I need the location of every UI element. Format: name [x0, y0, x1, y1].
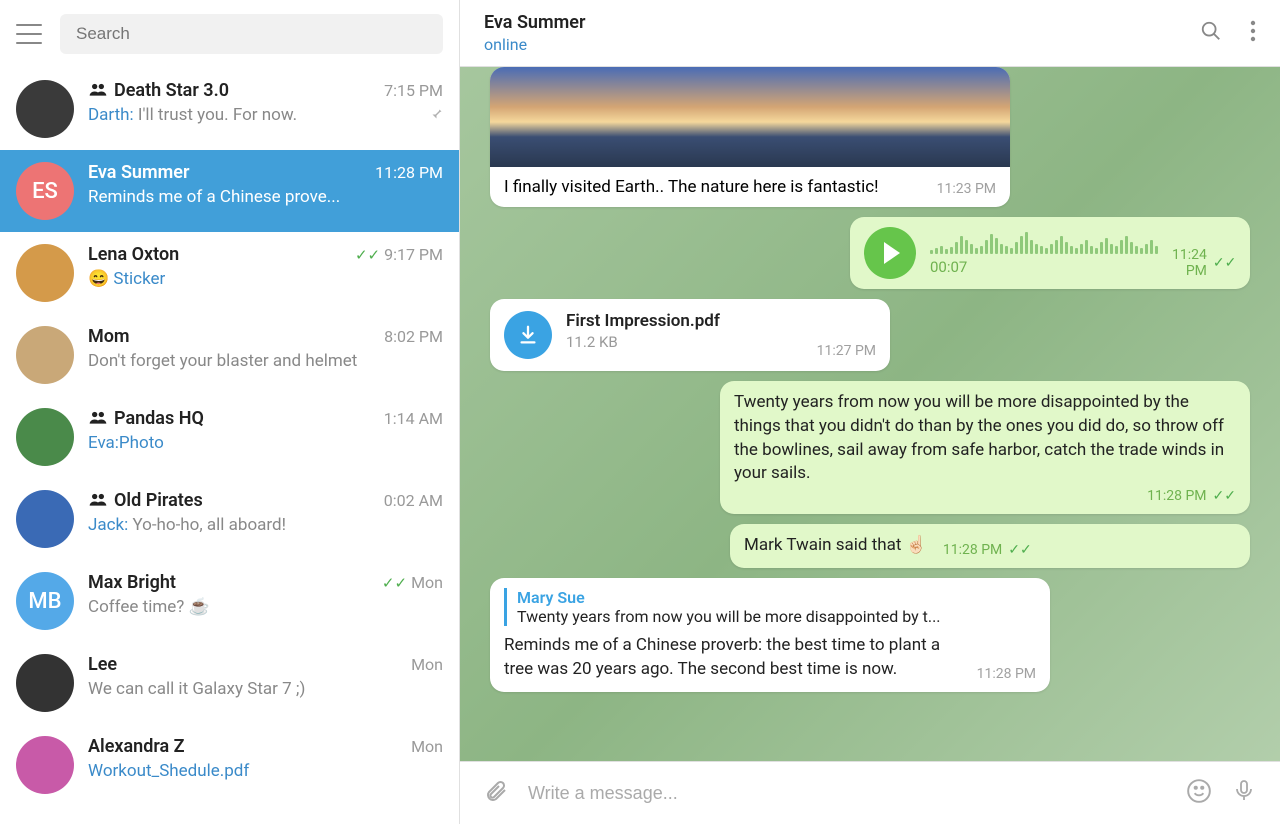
reply-preview[interactable]: Mary Sue Twenty years from now you will … — [504, 588, 1036, 626]
read-checks-icon: ✓✓ — [355, 246, 380, 264]
sidebar: Death Star 3.0 7:15 PM Darth: I'll trust y… — [0, 0, 460, 824]
search-icon[interactable] — [1200, 20, 1222, 46]
read-checks-icon: ✓✓ — [382, 574, 407, 592]
message-body: Mark Twain said that ☝🏻 — [744, 534, 927, 558]
chat-preview: Workout_Shedule.pdf — [88, 761, 443, 781]
chat-header-status: online — [484, 35, 585, 54]
chat-header-name: Eva Summer — [484, 12, 585, 33]
message-time: 11:28 PM — [1147, 488, 1206, 504]
chat-item[interactable]: Death Star 3.0 7:15 PM Darth: I'll trust y… — [0, 68, 459, 150]
group-icon — [88, 80, 108, 101]
sidebar-header — [0, 0, 459, 68]
read-checks-icon: ✓✓ — [1213, 488, 1236, 504]
message-time: 11:28 PM — [977, 666, 1036, 682]
chat-item[interactable]: Old Pirates 0:02 AM Jack: Yo-ho-ho, all ab… — [0, 478, 459, 560]
chat-preview: Darth: I'll trust you. For now. — [88, 105, 443, 126]
message-body: Reminds me of a Chinese proverb: the bes… — [504, 634, 965, 682]
emoji-icon[interactable] — [1186, 778, 1212, 808]
chat-name: Alexandra Z — [88, 736, 185, 757]
avatar — [16, 326, 74, 384]
chat-time: Mon — [411, 655, 443, 674]
chat-name: Old Pirates — [88, 490, 203, 511]
chat-item[interactable]: Mom 8:02 PM Don't forget your blaster and … — [0, 314, 459, 396]
file-name: First Impression.pdf — [566, 311, 803, 331]
chat-item[interactable]: Lena Oxton ✓✓9:17 PM 😄 Sticker — [0, 232, 459, 314]
message-time: 11:24 PM — [1172, 247, 1207, 279]
reply-sender: Mary Sue — [517, 588, 1036, 607]
read-checks-icon: ✓✓ — [1213, 255, 1236, 271]
chat-header-info[interactable]: Eva Summer online — [484, 12, 585, 54]
chat-preview: 😄 Sticker — [88, 269, 443, 289]
messages-area[interactable]: I finally visited Earth.. The nature her… — [460, 67, 1280, 761]
chat-name: Mom — [88, 326, 130, 347]
chat-preview: We can call it Galaxy Star 7 ;) — [88, 679, 443, 699]
chat-name: Death Star 3.0 — [88, 80, 229, 101]
chat-item[interactable]: MB Max Bright ✓✓Mon Coffee time? ☕ — [0, 560, 459, 642]
group-icon — [88, 490, 108, 511]
message-text[interactable]: Mark Twain said that ☝🏻 11:28 PM ✓✓ — [730, 524, 1250, 568]
message-text[interactable]: Twenty years from now you will be more d… — [720, 381, 1250, 514]
chat-time: 11:28 PM — [375, 163, 443, 182]
avatar — [16, 490, 74, 548]
play-button[interactable] — [864, 227, 916, 279]
message-time: 11:28 PM — [943, 542, 1002, 558]
message-time: 11:23 PM — [937, 181, 996, 197]
read-checks-icon: ✓✓ — [1008, 542, 1031, 558]
message-file[interactable]: First Impression.pdf 11.2 KB 11:27 PM — [490, 299, 890, 371]
chat-name: Lee — [88, 654, 117, 675]
photo-image[interactable] — [490, 67, 1010, 167]
avatar — [16, 244, 74, 302]
chat-name: Lena Oxton — [88, 244, 179, 265]
chat-item[interactable]: Pandas HQ 1:14 AM Eva:Photo — [0, 396, 459, 478]
chat-name: Max Bright — [88, 572, 176, 593]
message-time: 11:27 PM — [817, 343, 876, 359]
message-photo[interactable]: I finally visited Earth.. The nature her… — [490, 67, 1010, 207]
message-body: Twenty years from now you will be more d… — [734, 391, 1236, 486]
chat-main: Eva Summer online I finally visited Eart… — [460, 0, 1280, 824]
chat-item[interactable]: ES Eva Summer 11:28 PM Reminds me of a Chin… — [0, 150, 459, 232]
composer — [460, 761, 1280, 824]
download-icon[interactable] — [504, 311, 552, 359]
chat-time: ✓✓9:17 PM — [355, 245, 443, 264]
reply-text: Twenty years from now you will be more d… — [517, 607, 1036, 626]
chat-preview: Eva:Photo — [88, 433, 443, 453]
search-input[interactable] — [60, 14, 443, 54]
chat-name: Eva Summer — [88, 162, 189, 183]
chat-preview: Coffee time? ☕ — [88, 597, 443, 617]
message-voice[interactable]: 00:07 11:24 PM ✓✓ — [850, 217, 1250, 289]
avatar — [16, 654, 74, 712]
more-icon[interactable] — [1250, 20, 1256, 46]
chat-time: 8:02 PM — [384, 327, 443, 346]
photo-caption-text: I finally visited Earth.. The nature her… — [504, 177, 879, 197]
menu-icon[interactable] — [16, 24, 42, 44]
group-icon — [88, 408, 108, 429]
voice-duration: 00:07 — [930, 258, 1158, 276]
chat-preview: Jack: Yo-ho-ho, all aboard! — [88, 515, 443, 535]
chat-time: 0:02 AM — [384, 491, 443, 510]
chat-time: 7:15 PM — [384, 81, 443, 100]
microphone-icon[interactable] — [1232, 779, 1256, 807]
voice-waveform[interactable]: 00:07 — [930, 230, 1158, 276]
message-reply[interactable]: Mary Sue Twenty years from now you will … — [490, 578, 1050, 692]
chat-time: 1:14 AM — [384, 409, 443, 428]
chat-list[interactable]: Death Star 3.0 7:15 PM Darth: I'll trust y… — [0, 68, 459, 824]
file-size: 11.2 KB — [566, 333, 803, 351]
attach-icon[interactable] — [484, 779, 508, 807]
chat-header: Eva Summer online — [460, 0, 1280, 67]
avatar — [16, 736, 74, 794]
chat-item[interactable]: Lee Mon We can call it Galaxy Star 7 ;) — [0, 642, 459, 724]
chat-preview: Reminds me of a Chinese prove... — [88, 187, 443, 207]
chat-item[interactable]: Alexandra Z Mon Workout_Shedule.pdf — [0, 724, 459, 806]
avatar: ES — [16, 162, 74, 220]
pin-icon — [427, 105, 443, 126]
chat-name: Pandas HQ — [88, 408, 204, 429]
chat-time: ✓✓Mon — [382, 573, 443, 592]
message-input[interactable] — [528, 783, 1166, 804]
avatar — [16, 80, 74, 138]
avatar: MB — [16, 572, 74, 630]
chat-time: Mon — [411, 737, 443, 756]
avatar — [16, 408, 74, 466]
chat-preview: Don't forget your blaster and helmet — [88, 351, 443, 371]
